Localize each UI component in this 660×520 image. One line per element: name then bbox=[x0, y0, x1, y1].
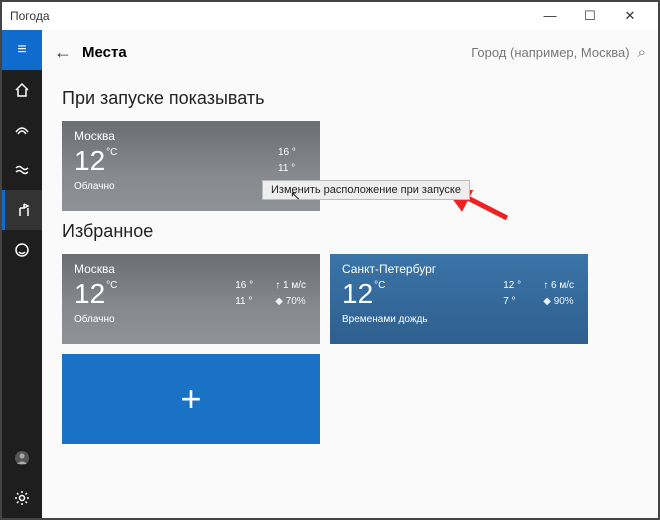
header: ← Места Город (например, Москва) ⌕ bbox=[42, 30, 658, 74]
city-label: Москва bbox=[74, 129, 308, 143]
temperature-value: 12 bbox=[74, 145, 105, 177]
temperature-unit: °C bbox=[106, 147, 117, 158]
hamburger-icon: ≡ bbox=[17, 41, 26, 59]
sidebar: ≡ bbox=[2, 30, 42, 518]
gear-icon bbox=[14, 490, 30, 506]
city-label: Санкт-Петербург bbox=[342, 262, 576, 276]
hamburger-button[interactable]: ≡ bbox=[2, 30, 42, 70]
plus-icon: + bbox=[180, 378, 201, 420]
app-body: ≡ ← Места bbox=[2, 30, 658, 518]
temperature-value: 12 bbox=[74, 278, 105, 310]
high-temp: 12 ° bbox=[503, 278, 531, 294]
page: ← Места Город (например, Москва) ⌕ При з… bbox=[42, 30, 658, 518]
sidebar-item-places[interactable] bbox=[2, 190, 42, 230]
back-icon: ← bbox=[54, 42, 72, 62]
waves-icon bbox=[14, 162, 30, 178]
tile-stats: 16 ° ↑ 1 м/с 11 ° ◆ 70% bbox=[235, 278, 306, 310]
wind-value: ↑ 6 м/с bbox=[543, 278, 574, 294]
titlebar: Погода — ☐ ✕ bbox=[2, 2, 658, 30]
maximize-button[interactable]: ☐ bbox=[570, 8, 610, 24]
section-favorites-title: Избранное bbox=[62, 221, 638, 242]
sidebar-item-radar[interactable] bbox=[2, 110, 42, 150]
low-temp: 7 ° bbox=[503, 294, 531, 310]
favorite-tile-moscow[interactable]: Москва 12°C Облачно 16 ° ↑ 1 м/с 11 ° ◆ 70… bbox=[62, 254, 320, 344]
section-startup-title: При запуске показывать bbox=[62, 88, 638, 109]
star-icon bbox=[16, 202, 32, 218]
close-button[interactable]: ✕ bbox=[610, 8, 650, 24]
sidebar-item-account[interactable] bbox=[2, 438, 42, 478]
condition-label: Облачно bbox=[74, 314, 308, 325]
tile-stats: 16 ° 11 ° bbox=[278, 145, 306, 177]
sidebar-item-news[interactable] bbox=[2, 230, 42, 270]
person-icon bbox=[14, 450, 30, 466]
favorite-tile-spb[interactable]: Санкт-Петербург 12°C Временами дождь 12 … bbox=[330, 254, 588, 344]
radar-icon bbox=[14, 122, 30, 138]
low-temp: 11 ° bbox=[235, 294, 263, 310]
home-icon bbox=[14, 82, 30, 98]
temperature-value: 12 bbox=[342, 278, 373, 310]
high-temp: 16 ° bbox=[278, 145, 306, 161]
sidebar-item-waves[interactable] bbox=[2, 150, 42, 190]
humidity-value: ◆ 90% bbox=[543, 294, 573, 310]
temperature-unit: °C bbox=[374, 280, 385, 291]
search-icon: ⌕ bbox=[638, 44, 646, 61]
window-title: Погода bbox=[10, 9, 530, 23]
wind-value: ↑ 1 м/с bbox=[275, 278, 306, 294]
low-temp: 11 ° bbox=[278, 161, 306, 177]
sidebar-item-settings[interactable] bbox=[2, 478, 42, 518]
back-button[interactable]: ← bbox=[54, 42, 82, 63]
page-title: Места bbox=[82, 44, 127, 61]
condition-label: Временами дождь bbox=[342, 314, 576, 325]
minimize-button[interactable]: — bbox=[530, 8, 570, 24]
add-location-tile[interactable]: + bbox=[62, 354, 320, 444]
search-field[interactable]: Город (например, Москва) ⌕ bbox=[471, 44, 646, 61]
window-controls: — ☐ ✕ bbox=[530, 8, 650, 24]
smile-icon bbox=[14, 242, 30, 258]
sidebar-item-home[interactable] bbox=[2, 70, 42, 110]
cursor-icon: ↖ bbox=[290, 188, 301, 204]
sidebar-spacer bbox=[2, 270, 42, 438]
tile-stats: 12 ° ↑ 6 м/с 7 ° ◆ 90% bbox=[503, 278, 574, 310]
city-label: Москва bbox=[74, 262, 308, 276]
favorite-tiles: Москва 12°C Облачно 16 °↑ 1 м/с 11 °◆ 70… bbox=[62, 254, 638, 444]
search-placeholder: Город (например, Москва) bbox=[471, 45, 629, 60]
content: При запуске показывать Москва 12°C Облач… bbox=[42, 74, 658, 448]
humidity-value: ◆ 70% bbox=[275, 294, 305, 310]
high-temp: 16 ° bbox=[235, 278, 263, 294]
temperature-unit: °C bbox=[106, 280, 117, 291]
